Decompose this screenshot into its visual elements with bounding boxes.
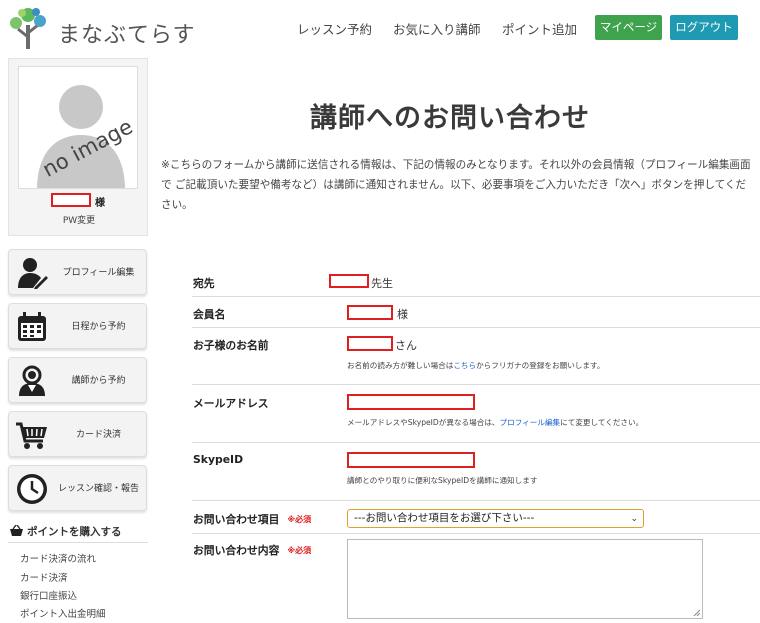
content-label: お問い合わせ内容 ※必須	[193, 542, 311, 558]
mypage-button[interactable]: マイページ	[595, 15, 662, 40]
content-textarea[interactable]	[347, 539, 703, 619]
logout-button[interactable]: ログアウト	[670, 15, 738, 40]
points-heading-text: ポイントを購入する	[27, 526, 122, 538]
intro-text: ※こちらのフォームから講師に送信される情報は、下記の情報のみとなります。それ以外…	[161, 159, 751, 211]
sidebar-button-lesson-report[interactable]: レッスン確認・報告	[8, 465, 147, 511]
avatar-placeholder-icon: no image	[37, 85, 137, 188]
profile-edit-icon	[18, 258, 48, 289]
email-note-text: にて変更してください。	[560, 418, 644, 427]
skype-note: 講師とのやり取りに便利なSkypeIDを講師に通知します	[347, 476, 538, 485]
subject-label: お問い合わせ項目 ※必須	[193, 511, 311, 527]
skype-label: SkypeID	[193, 453, 244, 466]
subject-label-text: お問い合わせ項目	[193, 513, 280, 526]
nav-favorite-teachers[interactable]: お気に入り講師	[393, 19, 481, 38]
nav-lesson-reservation[interactable]: レッスン予約	[297, 19, 372, 38]
row-divider	[192, 500, 760, 501]
link-point-history[interactable]: ポイント入出金明細	[20, 606, 106, 620]
divider	[8, 542, 148, 543]
member-name-redacted	[347, 305, 393, 320]
row-divider	[192, 384, 760, 385]
user-name-redacted	[51, 193, 91, 207]
link-card-flow[interactable]: カード決済の流れ	[20, 551, 96, 565]
subject-select-value: ---お問い合わせ項目をお選び下さい---	[354, 512, 535, 524]
row-divider	[192, 533, 760, 534]
sidebar-button-schedule-reserve[interactable]: 日程から予約	[8, 303, 147, 349]
required-badge: ※必須	[287, 515, 312, 524]
sidebar-button-teacher-reserve[interactable]: 講師から予約	[8, 357, 147, 403]
sidebar-button-label: 講師から予約	[71, 376, 126, 386]
basket-icon	[10, 524, 23, 536]
user-honorific: 様	[95, 198, 105, 209]
sidebar-button-label: カード決済	[75, 430, 121, 440]
child-suffix: さん	[395, 339, 417, 352]
email-note-text: メールアドレスやSkypeIDが異なる場合は、	[347, 418, 500, 427]
to-label: 宛先	[193, 277, 215, 290]
row-divider	[192, 327, 760, 328]
nav-add-points[interactable]: ポイント追加	[502, 19, 577, 38]
tree-logo-icon	[10, 8, 46, 49]
teacher-icon	[19, 365, 45, 396]
row-divider	[192, 442, 760, 443]
resize-grip-icon[interactable]	[693, 609, 700, 616]
child-note-text: からフリガナの登録をお願いします。	[476, 361, 605, 370]
page-title: 講師へのお問い合わせ	[310, 103, 590, 134]
email-redacted	[347, 394, 475, 410]
clock-icon	[17, 474, 47, 504]
email-label: メールアドレス	[193, 397, 269, 410]
site-logo[interactable]: まなぶてらす	[8, 5, 198, 51]
pw-change-link[interactable]: PW変更	[9, 213, 149, 226]
sidebar-button-label: プロフィール編集	[62, 268, 135, 278]
avatar: no image	[18, 66, 138, 189]
child-note-text: お名前の読み方が難しい場合は	[347, 361, 454, 370]
child-name-redacted	[347, 336, 393, 351]
header: まなぶてらす レッスン予約 お気に入り講師 ポイント追加 マイページ ログアウト	[0, 0, 760, 56]
furigana-link[interactable]: こちら	[453, 361, 476, 370]
link-card-payment[interactable]: カード決済	[20, 570, 68, 584]
child-name-label: お子様のお名前	[193, 339, 269, 352]
member-label: 会員名	[193, 308, 226, 321]
subject-select[interactable]: ---お問い合わせ項目をお選び下さい--- ⌄	[347, 509, 644, 528]
content-label-text: お問い合わせ内容	[193, 544, 280, 557]
link-bank-transfer[interactable]: 銀行口座振込	[20, 588, 77, 602]
calendar-icon	[18, 312, 46, 341]
child-note: お名前の読み方が難しい場合はこちらからフリガナの登録をお願いします。	[347, 360, 604, 371]
required-badge: ※必須	[287, 546, 312, 555]
sidebar-button-card-payment[interactable]: カード決済	[8, 411, 147, 457]
sidebar-button-label: 日程から予約	[71, 322, 126, 332]
profile-card: no image 様 PW変更	[8, 58, 148, 236]
profile-edit-link[interactable]: プロフィール編集	[500, 418, 561, 427]
points-heading: ポイントを購入する	[10, 524, 122, 539]
teacher-name-redacted	[329, 274, 369, 288]
sidebar-button-profile-edit[interactable]: プロフィール編集	[8, 249, 147, 295]
row-divider	[192, 296, 760, 297]
chevron-down-icon: ⌄	[630, 514, 638, 524]
logo-text: まなぶてらす	[58, 23, 196, 48]
to-suffix: 先生	[371, 277, 393, 290]
member-suffix: 様	[397, 308, 408, 321]
skype-redacted	[347, 452, 475, 468]
cart-icon	[16, 422, 47, 449]
sidebar-button-label: レッスン確認・報告	[57, 484, 139, 494]
email-note: メールアドレスやSkypeIDが異なる場合は、プロフィール編集にて変更してくださ…	[347, 417, 643, 428]
